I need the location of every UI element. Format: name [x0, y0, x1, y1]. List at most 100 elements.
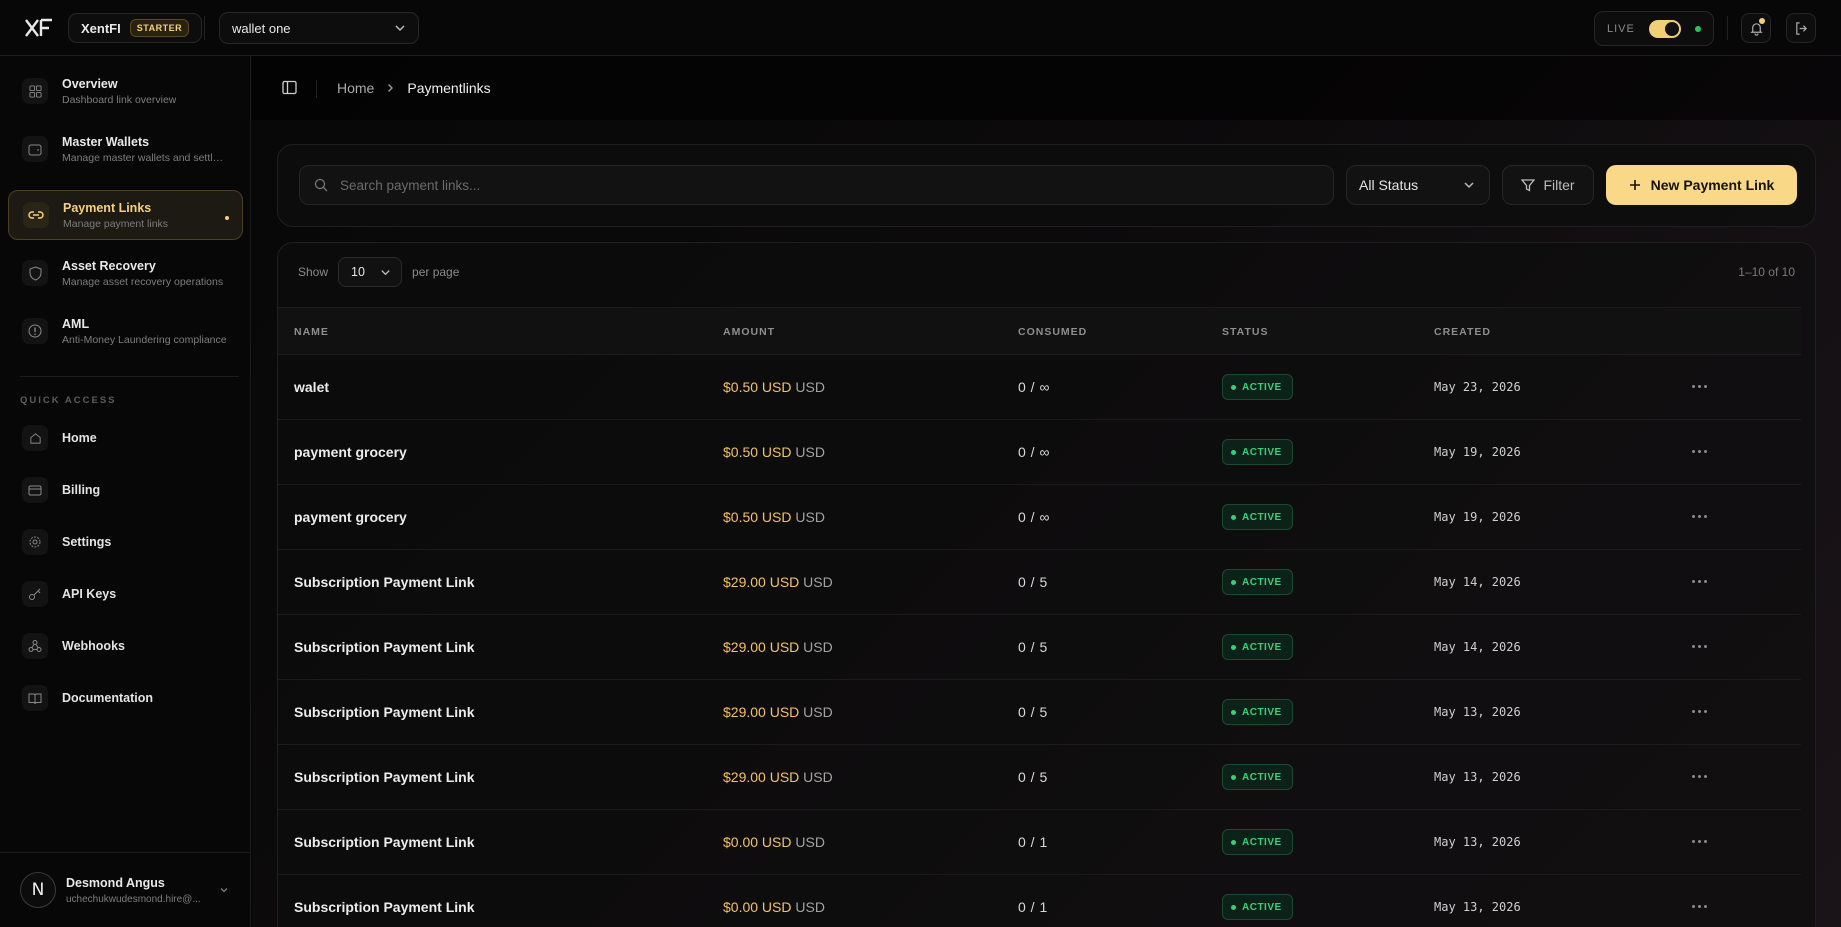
sidebar-toggle-button[interactable]: [282, 80, 297, 100]
table-row[interactable]: walet $0.50 USD USD 0 / ∞ ACTIVE May 23,…: [278, 355, 1801, 420]
more-actions-icon[interactable]: [1692, 515, 1707, 518]
xentfi-logo-icon[interactable]: [24, 16, 54, 40]
nav-subtitle: Manage asset recovery operations: [62, 275, 224, 288]
status-filter-select[interactable]: All Status: [1346, 165, 1490, 205]
org-switcher[interactable]: XentFI STARTER: [68, 13, 203, 43]
sidebar-item-settings[interactable]: Settings: [8, 522, 243, 562]
row-name[interactable]: Subscription Payment Link: [294, 574, 474, 590]
logout-button[interactable]: [1786, 13, 1816, 43]
row-currency: USD: [795, 444, 825, 460]
user-menu[interactable]: N Desmond Angus uchechukwudesmond.hire@.…: [0, 852, 251, 927]
column-header-status[interactable]: STATUS: [1222, 326, 1268, 338]
more-actions-icon[interactable]: [1692, 775, 1707, 778]
breadcrumb-current: Paymentlinks: [407, 80, 491, 96]
new-payment-link-label: New Payment Link: [1650, 177, 1775, 193]
sidebar-item-webhooks[interactable]: Webhooks: [8, 626, 243, 666]
divider: [1727, 16, 1728, 40]
more-actions-icon[interactable]: [1692, 645, 1707, 648]
table-row[interactable]: Subscription Payment Link $29.00 USD USD…: [278, 615, 1801, 680]
column-header-consumed[interactable]: CONSUMED: [1018, 326, 1087, 338]
plan-badge: STARTER: [129, 19, 190, 37]
quick-access-label: Home: [62, 431, 97, 445]
row-amount-value: $29.00 USD: [723, 639, 800, 655]
table-row[interactable]: Subscription Payment Link $29.00 USD USD…: [278, 680, 1801, 745]
sidebar-item-billing[interactable]: Billing: [8, 470, 243, 510]
status-badge: ACTIVE: [1222, 764, 1293, 790]
sidebar-item-aml[interactable]: AML Anti-Money Laundering compliance: [8, 305, 243, 357]
table-row[interactable]: Subscription Payment Link $0.00 USD USD …: [278, 875, 1801, 927]
status-dot: [1231, 579, 1236, 585]
per-page-select[interactable]: 10: [338, 257, 403, 287]
nav-subtitle: Dashboard link overview: [62, 93, 177, 106]
row-created-date: May 14, 2026: [1434, 640, 1521, 654]
user-name: Desmond Angus: [66, 875, 165, 890]
row-amount-value: $29.00 USD: [723, 769, 800, 785]
filter-icon: [1521, 178, 1536, 192]
search-input[interactable]: [340, 177, 1240, 193]
table-row[interactable]: payment grocery $0.50 USD USD 0 / ∞ ACTI…: [278, 420, 1801, 485]
row-name[interactable]: payment grocery: [294, 444, 407, 460]
breadcrumb-home-link[interactable]: Home: [337, 80, 374, 96]
row-amount: $0.50 USD USD: [723, 444, 825, 460]
grid-icon: [22, 78, 48, 104]
status-badge-label: ACTIVE: [1242, 641, 1282, 653]
row-currency: USD: [795, 899, 825, 915]
live-toggle[interactable]: [1648, 19, 1682, 38]
status-dot: [1231, 839, 1236, 845]
more-actions-icon[interactable]: [1692, 710, 1707, 713]
status-badge-label: ACTIVE: [1242, 706, 1282, 718]
more-actions-icon[interactable]: [1692, 580, 1707, 583]
user-email: uchechukwudesmond.hire@...: [66, 893, 201, 905]
row-consumed: 0 / ∞: [1018, 444, 1050, 460]
row-name[interactable]: Subscription Payment Link: [294, 899, 474, 915]
row-name[interactable]: walet: [294, 379, 329, 395]
row-name[interactable]: payment grocery: [294, 509, 407, 525]
sidebar-item-master-wallets[interactable]: Master Wallets Manage master wallets and…: [8, 123, 243, 175]
table-row[interactable]: Subscription Payment Link $29.00 USD USD…: [278, 550, 1801, 615]
row-name[interactable]: Subscription Payment Link: [294, 834, 474, 850]
row-currency: USD: [803, 639, 833, 655]
more-actions-icon[interactable]: [1692, 385, 1707, 388]
row-amount-value: $0.50 USD: [723, 444, 792, 460]
wallet-select-value: wallet one: [232, 20, 291, 36]
table-row[interactable]: payment grocery $0.50 USD USD 0 / ∞ ACTI…: [278, 485, 1801, 550]
filter-button[interactable]: Filter: [1502, 165, 1594, 205]
sidebar-item-documentation[interactable]: Documentation: [8, 678, 243, 718]
per-page-control: Show 10 per page: [298, 257, 459, 287]
table-row[interactable]: Subscription Payment Link $0.00 USD USD …: [278, 810, 1801, 875]
sidebar-item-overview[interactable]: Overview Dashboard link overview: [8, 65, 243, 117]
row-consumed: 0 / 5: [1018, 704, 1048, 720]
table-row[interactable]: Subscription Payment Link $29.00 USD USD…: [278, 745, 1801, 810]
column-header-created[interactable]: CREATED: [1434, 326, 1491, 338]
chevron-down-icon: [395, 25, 405, 32]
row-name[interactable]: Subscription Payment Link: [294, 639, 474, 655]
more-actions-icon[interactable]: [1692, 840, 1707, 843]
sidebar-item-api-keys[interactable]: API Keys: [8, 574, 243, 614]
row-amount-value: $29.00 USD: [723, 574, 800, 590]
row-amount-value: $0.50 USD: [723, 379, 792, 395]
row-consumed: 0 / 5: [1018, 639, 1048, 655]
sidebar-item-payment-links[interactable]: Payment Links Manage payment links: [8, 190, 243, 240]
nav-subtitle: Anti-Money Laundering compliance: [62, 333, 227, 346]
wallet-select[interactable]: wallet one: [219, 12, 419, 44]
row-consumed: 0 / 5: [1018, 769, 1048, 785]
notifications-button[interactable]: [1741, 13, 1771, 43]
row-created-date: May 13, 2026: [1434, 835, 1521, 849]
row-amount: $0.50 USD USD: [723, 379, 825, 395]
row-name[interactable]: Subscription Payment Link: [294, 704, 474, 720]
column-header-name[interactable]: NAME: [294, 326, 329, 338]
sidebar-item-home[interactable]: Home: [8, 418, 243, 458]
sidebar-item-asset-recovery[interactable]: Asset Recovery Manage asset recovery ope…: [8, 247, 243, 299]
status-badge-label: ACTIVE: [1242, 576, 1282, 588]
active-indicator-dot: [225, 216, 229, 220]
new-payment-link-button[interactable]: New Payment Link: [1606, 165, 1797, 205]
more-actions-icon[interactable]: [1692, 905, 1707, 908]
row-amount-value: $0.50 USD: [723, 509, 792, 525]
more-actions-icon[interactable]: [1692, 450, 1707, 453]
status-badge: ACTIVE: [1222, 439, 1293, 465]
org-name: XentFI: [81, 20, 121, 36]
row-currency: USD: [803, 574, 833, 590]
filter-button-label: Filter: [1543, 177, 1575, 193]
column-header-amount[interactable]: AMOUNT: [723, 326, 775, 338]
row-name[interactable]: Subscription Payment Link: [294, 769, 474, 785]
